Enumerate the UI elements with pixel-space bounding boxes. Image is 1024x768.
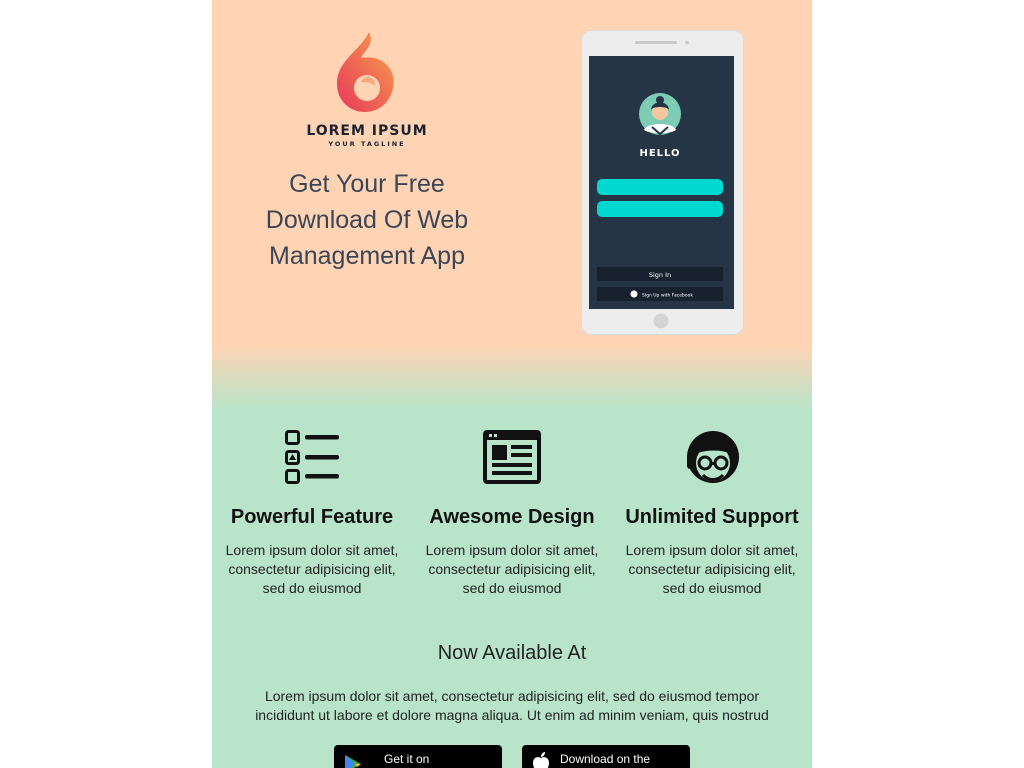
apple-icon: [533, 752, 549, 768]
feature-description: Lorem ipsum dolor sit amet, consectetur …: [425, 542, 599, 596]
brand-logo[interactable]: LOREM IPSUM YOUR TAGLINE: [305, 30, 429, 150]
front-camera: [685, 40, 689, 45]
feature-description: Lorem ipsum dolor sit amet, consectetur …: [625, 542, 799, 596]
feature-description: Lorem ipsum dolor sit amet, consectetur …: [225, 542, 399, 596]
phone-password-field: [597, 201, 723, 217]
google-play-button[interactable]: Get it on: [334, 745, 502, 768]
facebook-icon: [630, 290, 638, 298]
feature-title: Unlimited Support: [625, 506, 799, 528]
layout-icon: [483, 430, 541, 484]
phone-facebook-label: Sign Up with Facebook: [642, 293, 693, 299]
availability-title: Now Available At: [437, 642, 587, 664]
speaker-grille: [635, 41, 677, 44]
support-agent-icon: [687, 431, 739, 483]
phone-signin-label: Sign In: [649, 271, 671, 279]
phone-mockup: HELLO Sign In Sign Up with Facebook: [581, 30, 744, 335]
hero-section: LOREM IPSUM YOUR TAGLINE Get Your Free D…: [212, 0, 812, 410]
brand-name: LOREM IPSUM: [306, 123, 428, 139]
app-store-button[interactable]: Download on the: [522, 745, 690, 768]
availability-description: Lorem ipsum dolor sit amet, consectetur …: [255, 688, 769, 723]
hero-headline: Get Your Free Download Of Web Management…: [265, 170, 469, 270]
list-icon: [285, 430, 339, 484]
feature-title: Powerful Feature: [230, 506, 394, 528]
email-template: LOREM IPSUM YOUR TAGLINE Get Your Free D…: [212, 0, 812, 768]
flame-drop-icon: [337, 32, 394, 112]
google-play-icon: [345, 755, 361, 768]
home-button: [653, 313, 669, 329]
phone-username-field: [597, 179, 723, 195]
app-store-label: Download on the: [560, 752, 651, 766]
feature-title: Awesome Design: [429, 506, 595, 528]
brand-tagline: YOUR TAGLINE: [328, 140, 406, 148]
google-play-label: Get it on: [384, 752, 430, 766]
phone-greeting: HELLO: [639, 148, 680, 159]
